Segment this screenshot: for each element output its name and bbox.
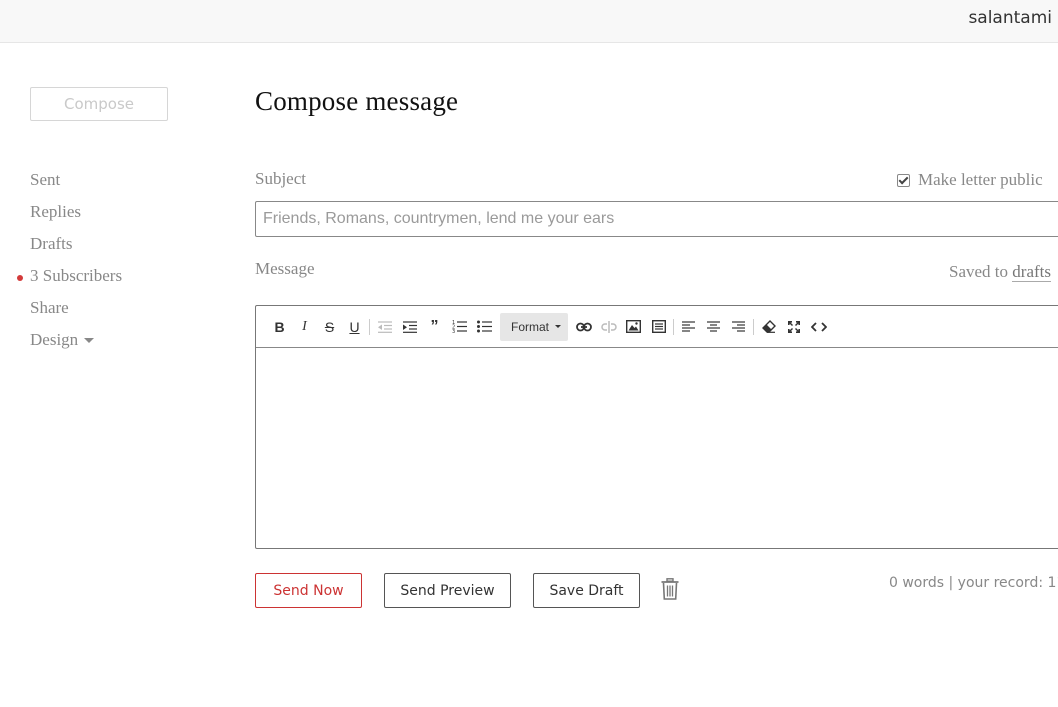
underline-button[interactable]: U xyxy=(342,313,367,341)
editor-toolbar: B I S U ” 123 Format xyxy=(256,306,1058,348)
make-public-checkbox[interactable] xyxy=(897,173,910,187)
trash-icon xyxy=(661,578,679,600)
bold-button[interactable]: B xyxy=(267,313,292,341)
indent-icon xyxy=(402,320,417,333)
saved-prefix: Saved to xyxy=(949,262,1013,281)
sidebar-item-share[interactable]: Share xyxy=(30,296,122,328)
link-icon xyxy=(575,322,592,331)
code-icon xyxy=(810,321,827,332)
align-center-button[interactable] xyxy=(701,313,726,341)
sidebar-nav: Sent Replies Drafts 3 Subscribers Share … xyxy=(17,168,123,360)
top-bar: salantami xyxy=(0,0,1058,43)
sidebar-item-label: Replies xyxy=(30,202,81,221)
message-label: Message xyxy=(255,259,315,278)
sidebar-item-subscribers[interactable]: 3 Subscribers xyxy=(17,264,123,296)
italic-button[interactable]: I xyxy=(292,313,317,341)
block-icon xyxy=(651,320,666,333)
sidebar-item-label: Drafts xyxy=(30,234,73,253)
drafts-link[interactable]: drafts xyxy=(1012,262,1051,282)
word-count: 0 words | your record: 11 xyxy=(889,575,1058,591)
unlink-button[interactable] xyxy=(596,313,621,341)
fullscreen-button[interactable] xyxy=(781,313,806,341)
toolbar-divider xyxy=(673,318,675,335)
strikethrough-icon: S xyxy=(324,318,335,335)
align-left-button[interactable] xyxy=(676,313,701,341)
format-label: Format xyxy=(511,319,550,334)
sidebar-item-drafts[interactable]: Drafts xyxy=(30,232,122,264)
indent-button[interactable] xyxy=(397,313,422,341)
fullscreen-icon xyxy=(787,320,800,333)
caret-down-icon xyxy=(84,338,95,343)
outdent-icon xyxy=(377,320,392,333)
unlink-icon xyxy=(600,320,617,333)
save-draft-button[interactable]: Save Draft xyxy=(533,573,640,608)
sidebar-item-label: Sent xyxy=(30,170,61,189)
sidebar-item-replies[interactable]: Replies xyxy=(30,200,122,232)
compose-button[interactable]: Compose xyxy=(30,87,168,121)
sidebar-item-label: Design xyxy=(30,330,79,349)
sidebar-item-sent[interactable]: Sent xyxy=(30,168,122,200)
bullet-list-button[interactable] xyxy=(472,313,497,341)
send-now-button[interactable]: Send Now xyxy=(255,573,362,608)
insert-image-button[interactable] xyxy=(621,313,646,341)
format-dropdown[interactable]: Format xyxy=(500,312,569,341)
sidebar-item-label: 3 Subscribers xyxy=(30,266,123,285)
subject-label: Subject xyxy=(255,169,306,188)
delete-button[interactable] xyxy=(661,578,679,600)
svg-text:3: 3 xyxy=(452,329,455,333)
chevron-down-icon xyxy=(555,325,562,328)
send-preview-button[interactable]: Send Preview xyxy=(384,573,511,608)
image-icon xyxy=(626,320,642,333)
ordered-list-icon: 123 xyxy=(452,320,467,333)
outdent-button[interactable] xyxy=(372,313,397,341)
blockquote-button[interactable]: ” xyxy=(422,313,447,341)
make-public-toggle[interactable]: Make letter public xyxy=(897,170,1043,190)
page-title: Compose message xyxy=(255,86,459,116)
message-body[interactable] xyxy=(256,348,1058,548)
align-right-button[interactable] xyxy=(726,313,751,341)
bullet-list-icon xyxy=(477,320,492,333)
subject-input[interactable] xyxy=(255,201,1058,237)
make-public-label: Make letter public xyxy=(918,170,1043,189)
align-center-icon xyxy=(707,321,721,332)
align-right-icon xyxy=(732,321,746,332)
user-menu[interactable]: salantami xyxy=(968,6,1058,30)
username: salantami xyxy=(968,8,1052,28)
message-editor: B I S U ” 123 Format xyxy=(255,305,1058,549)
strikethrough-button[interactable]: S xyxy=(317,313,342,341)
align-left-icon xyxy=(682,321,696,332)
eraser-icon xyxy=(761,320,776,333)
clear-format-button[interactable] xyxy=(756,313,781,341)
sidebar-item-design[interactable]: Design xyxy=(30,328,122,360)
saved-status: Saved to drafts xyxy=(949,262,1051,282)
quote-icon: ” xyxy=(430,317,439,335)
source-code-button[interactable] xyxy=(806,313,831,341)
ordered-list-button[interactable]: 123 xyxy=(447,313,472,341)
italic-icon: I xyxy=(302,318,307,334)
underline-icon: U xyxy=(349,318,360,335)
sidebar-item-label: Share xyxy=(30,298,69,317)
insert-link-button[interactable] xyxy=(571,313,596,341)
notification-dot xyxy=(17,275,23,281)
bold-icon: B xyxy=(274,318,285,335)
toolbar-divider xyxy=(753,318,755,335)
insert-block-button[interactable] xyxy=(646,313,671,341)
toolbar-divider xyxy=(369,318,370,335)
